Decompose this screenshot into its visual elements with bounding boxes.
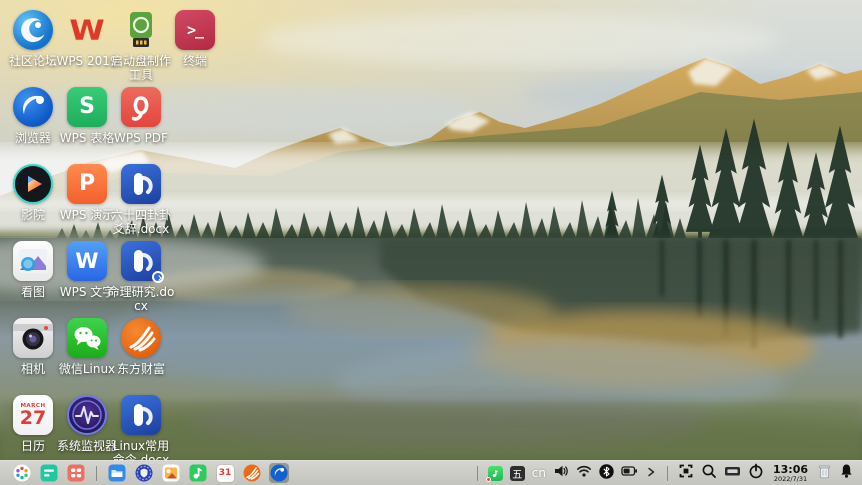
desktop-icon-wps-2019[interactable]: W WPS 2019	[56, 10, 117, 87]
tray-expand-chevron-icon[interactable]	[645, 464, 657, 483]
trash-icon[interactable]	[817, 463, 832, 484]
wps-pdf-icon	[121, 87, 161, 127]
tray-divider	[476, 465, 478, 481]
desktop-icon-label: 命理研究.docx	[107, 285, 175, 314]
wps-writer-icon: W	[67, 241, 107, 281]
desktop-icon-label: 终端	[182, 54, 207, 68]
wifi-icon[interactable]	[576, 463, 592, 483]
clock-time: 13:06	[772, 462, 808, 476]
desktop-icon-boot-disk-maker[interactable]: 启动盘制作工具	[111, 10, 171, 87]
desktop-icon-wps-presentation[interactable]: P WPS 演示	[60, 164, 114, 241]
browser-dock-icon[interactable]	[269, 463, 289, 483]
desktop-icon-image-viewer[interactable]: 看图	[6, 241, 60, 318]
image-viewer-icon	[13, 241, 53, 281]
tray-divider	[666, 465, 668, 481]
file-manager-icon[interactable]	[107, 463, 127, 483]
desktop-icon-label: WPS PDF	[114, 131, 168, 145]
desktop-icon-label: 六十四卦卦爻辞.docx	[110, 208, 171, 237]
desktop[interactable]: 社区论坛 浏览器 影院 看图 相机 MARCH 27 日历 W WPS 2019…	[0, 0, 862, 485]
desktop-icon-community-forum[interactable]: 社区论坛	[6, 10, 60, 87]
desktop-icon-label: 东方财富	[116, 362, 165, 376]
desktop-icon-wps-spreadsheet[interactable]: S WPS 表格	[60, 87, 114, 164]
input-method-indicator[interactable]: 五	[509, 465, 525, 481]
volume-icon[interactable]	[553, 463, 569, 483]
shutdown-icon[interactable]	[748, 463, 764, 483]
keyboard-layout-indicator[interactable]: cn	[532, 466, 546, 480]
notification-dot	[485, 476, 491, 482]
boot-disk-maker-icon	[121, 10, 161, 50]
eastmoney-icon	[121, 318, 161, 358]
battery-icon[interactable]	[621, 463, 638, 483]
calendar-icon: MARCH 27	[13, 395, 53, 435]
wechat-icon	[67, 318, 107, 358]
docx-file-icon	[121, 241, 164, 283]
docx-file-icon	[121, 164, 161, 204]
system-tray: 五 cn 13:06 2022/7/31	[474, 463, 854, 484]
security-center-icon[interactable]	[134, 463, 154, 483]
clock[interactable]: 13:06 2022/7/31	[773, 464, 808, 483]
desktop-icon-docx-file-2[interactable]: 命理研究.docx	[108, 241, 174, 318]
notifications-bell-icon[interactable]	[839, 463, 854, 483]
image-album-icon[interactable]	[161, 463, 181, 483]
file-shortcut-badge	[152, 271, 164, 283]
taskbar-dock: 31	[12, 463, 289, 483]
docx-file-icon	[121, 395, 161, 435]
music-tray-icon[interactable]	[485, 465, 503, 482]
browser-icon	[13, 87, 53, 127]
wps-presentation-icon: P	[67, 164, 107, 204]
desktop-icon-docx-file-1[interactable]: 六十四卦卦爻辞.docx	[111, 164, 171, 241]
calendar-dock-day: 31	[218, 467, 232, 478]
app-store-icon[interactable]	[66, 463, 86, 483]
onscreen-keyboard-icon[interactable]	[724, 463, 741, 483]
music-icon[interactable]	[188, 463, 208, 483]
search-icon[interactable]	[701, 463, 717, 483]
camera-icon	[13, 318, 53, 358]
wps-spreadsheet-icon: S	[67, 87, 107, 127]
desktop-icon-wps-writer[interactable]: W WPS 文字	[60, 241, 114, 318]
desktop-icon-terminal[interactable]: >_ 终端	[168, 10, 222, 87]
taskbar: 31 五 cn 13:06 2022/7/31	[0, 460, 862, 485]
bluetooth-icon[interactable]	[599, 463, 614, 483]
screenshot-tool-icon[interactable]	[678, 463, 694, 483]
desktop-icon-movie[interactable]: 影院	[6, 164, 60, 241]
taskbar-divider	[96, 465, 97, 481]
wps-2019-icon: W	[69, 13, 105, 47]
multitasking-view-icon[interactable]	[39, 463, 59, 483]
calendar-day-label: 27	[19, 407, 47, 430]
terminal-icon: >_	[175, 10, 215, 50]
desktop-icon-eastmoney[interactable]: 东方财富	[114, 318, 168, 395]
desktop-icon-wps-pdf[interactable]: WPS PDF	[114, 87, 168, 164]
desktop-icon-grid: 社区论坛 浏览器 影院 看图 相机 MARCH 27 日历 W WPS 2019…	[6, 10, 222, 472]
desktop-icon-wechat[interactable]: 微信Linux	[59, 318, 115, 395]
desktop-icon-browser[interactable]: 浏览器	[6, 87, 60, 164]
launcher-icon[interactable]	[12, 463, 32, 483]
movie-player-icon	[13, 164, 53, 204]
eastmoney-dock-icon[interactable]	[242, 463, 262, 483]
desktop-icon-camera[interactable]: 相机	[6, 318, 60, 395]
system-monitor-icon	[67, 395, 107, 435]
clock-date: 2022/7/31	[773, 474, 808, 483]
calendar-dock-icon[interactable]: 31	[215, 463, 235, 483]
community-forum-icon	[13, 10, 53, 50]
